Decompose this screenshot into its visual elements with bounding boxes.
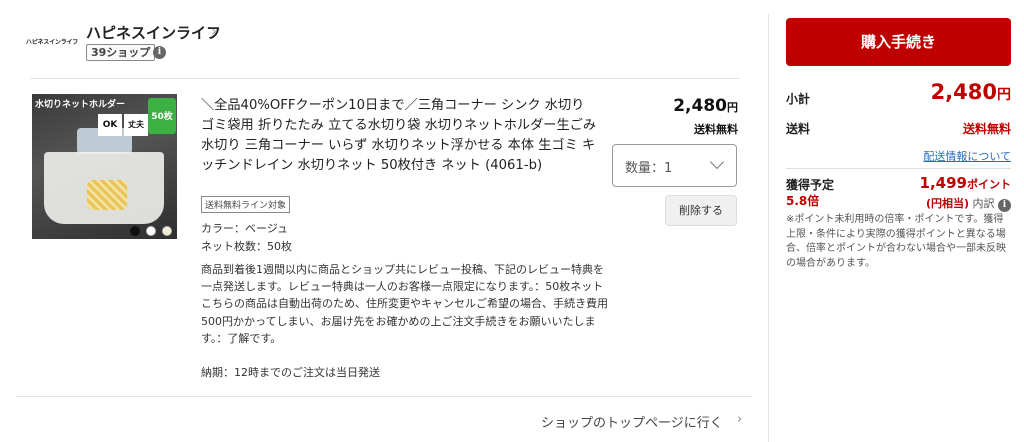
quantity-select[interactable]: 数量：1 — [612, 144, 737, 187]
divider — [786, 168, 1011, 169]
color-swatch-black[interactable] — [130, 226, 140, 236]
image-badge-ok: OK — [98, 114, 122, 136]
delivery-info: 納期：12時までのご注文は当日発送 — [201, 366, 380, 379]
image-badge-strong: 丈夫 — [124, 114, 148, 136]
subtotal-amount: 2,480 — [930, 80, 997, 104]
item-price-value: 2,480 — [673, 96, 727, 116]
shop-logo-text: ハピネスインライフ — [25, 38, 79, 46]
cart-main: ハピネスインライフ ハピネスインライフ › 39ショップ i 水切りネットホルダ… — [0, 0, 768, 442]
subtotal-value: 2,480円 — [880, 80, 1011, 104]
shop-logo[interactable]: ハピネスインライフ — [26, 30, 78, 52]
product-color: カラー：ベージュ — [201, 222, 289, 235]
divider — [16, 396, 752, 397]
item-price: 2,480円 — [650, 96, 738, 116]
shipping-info-link[interactable]: 配送情報について — [880, 148, 1011, 164]
color-swatch-beige[interactable] — [162, 226, 172, 236]
shipping-value: 送料無料 — [962, 122, 1011, 136]
item-price-unit: 円 — [727, 101, 738, 114]
points-amount: 1,499 — [919, 174, 967, 192]
points-rate: 5.8倍 — [786, 194, 820, 208]
points-label: 獲得予定 — [786, 178, 835, 192]
points-unit: ポイント — [967, 178, 1011, 191]
shipping-line-badge: 送料無料ライン対象 — [201, 196, 291, 213]
info-icon[interactable]: i — [153, 46, 166, 59]
product-image[interactable]: 水切りネットホルダー OK 丈夫 50枚 — [32, 94, 177, 239]
delete-button[interactable]: 削除する — [665, 195, 737, 226]
points-value: 1,499ポイント — [880, 174, 1011, 192]
shop-39-badge: 39ショップ — [86, 44, 156, 61]
image-pack-text: 50枚 — [151, 112, 173, 122]
shipping-label: 送料 — [786, 122, 811, 136]
chevron-down-icon — [709, 154, 725, 170]
image-food-graphic — [87, 180, 127, 210]
shop-name-link[interactable]: ハピネスインライフ — [86, 22, 221, 43]
panel-divider — [768, 14, 769, 442]
chevron-right-icon[interactable]: › — [211, 22, 217, 40]
points-sub: (円相当) 内訳 i — [880, 195, 1011, 212]
color-swatch-white[interactable] — [146, 226, 156, 236]
shop-top-link[interactable]: ショップのトップページに行く — [541, 412, 723, 431]
points-note: ※ポイント未利用時の倍率・ポイントです。獲得上限・条件により実際の獲得ポイントと… — [786, 214, 1006, 269]
product-option-note: 商品到着後1週間以内に商品とショップ共にレビュー投稿、下記のレビュー特典を一点発… — [201, 263, 608, 345]
info-icon[interactable]: i — [998, 199, 1011, 212]
checkout-button[interactable]: 購入手続き — [786, 18, 1011, 66]
subtotal-unit: 円 — [997, 87, 1011, 103]
quantity-label: 数量：1 — [625, 161, 673, 176]
points-yen: (円相当) — [925, 197, 969, 210]
image-pack-badge: 50枚 — [148, 98, 176, 134]
subtotal-label: 小計 — [786, 92, 811, 106]
divider — [30, 78, 740, 79]
product-title-link[interactable]: ＼全品40%OFFクーポン10日まで／三角コーナー シンク 水切り ゴミ袋用 折… — [201, 96, 596, 176]
points-breakdown-link[interactable]: 内訳 — [973, 197, 995, 210]
image-caption: 水切りネットホルダー — [35, 100, 126, 110]
item-shipping: 送料無料 — [694, 123, 738, 136]
product-net-count: ネット枚数：50枚 — [201, 240, 292, 253]
chevron-right-icon[interactable]: › — [737, 412, 742, 427]
